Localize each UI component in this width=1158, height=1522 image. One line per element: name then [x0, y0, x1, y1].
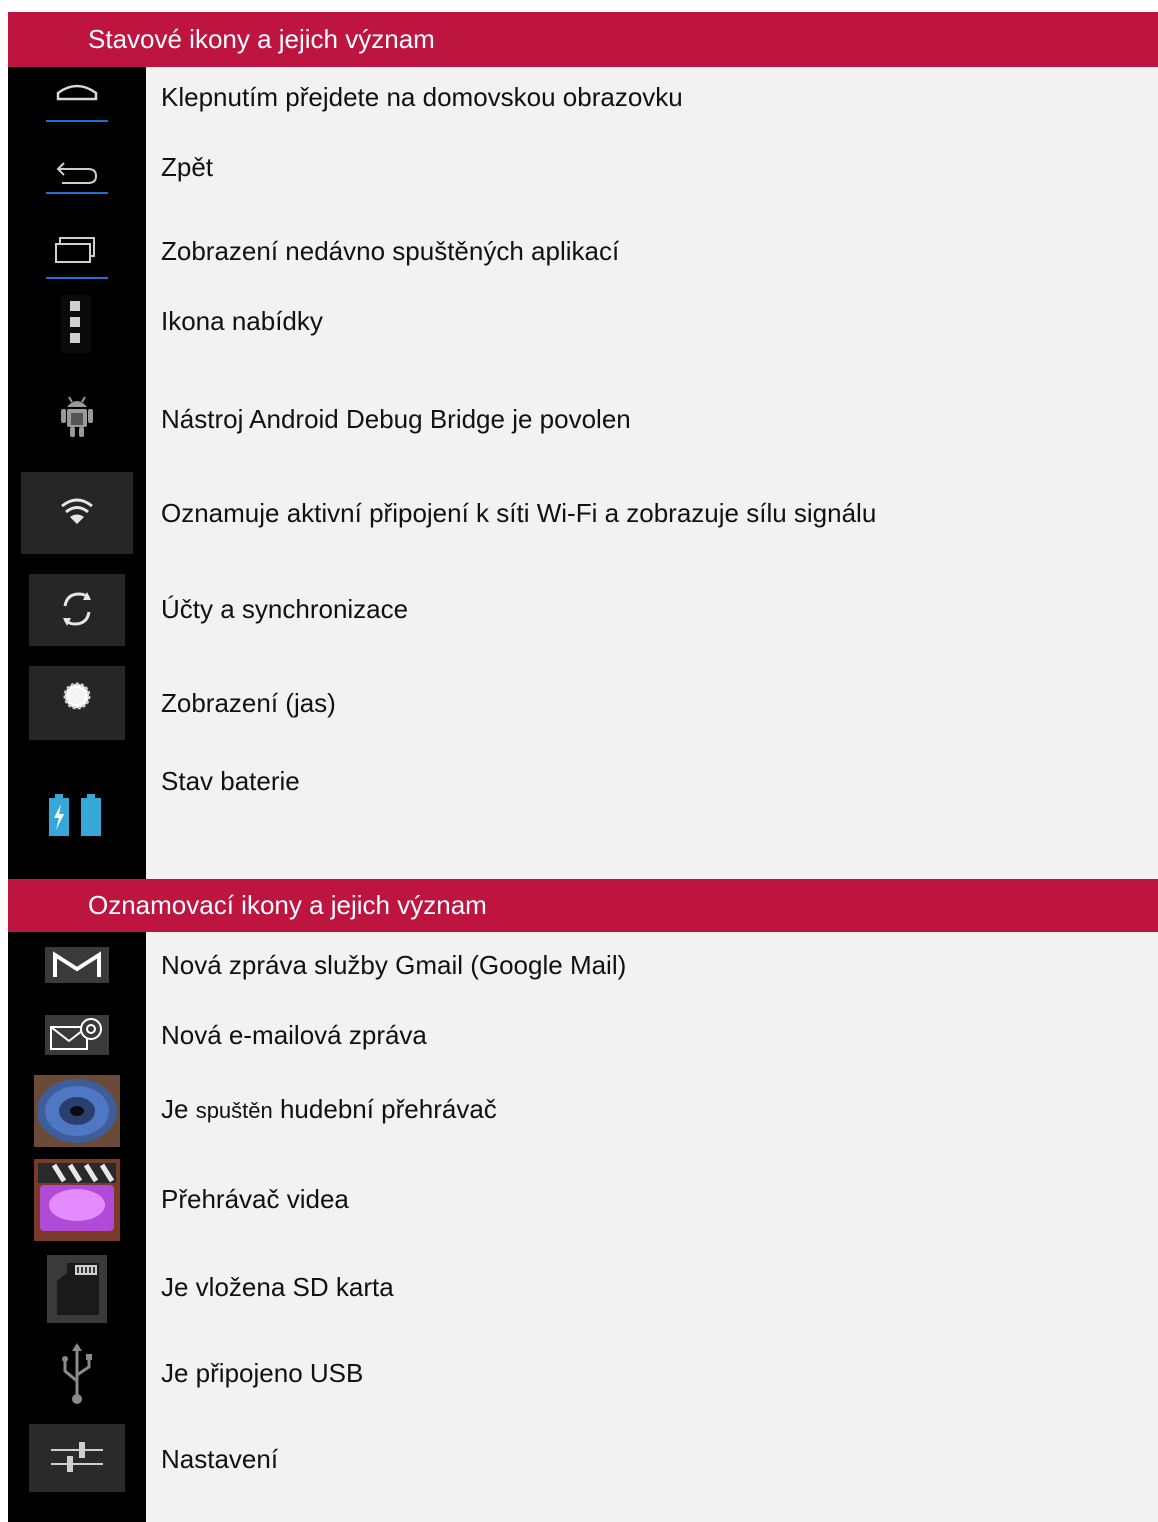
- item-label: Stav baterie: [161, 766, 300, 796]
- list-item: Zobrazení nedávno spuštěných aplikací: [8, 224, 1158, 286]
- section-title: Oznamovací ikony a jejich význam: [88, 890, 487, 920]
- item-label: Zobrazení nedávno spuštěných aplikací: [161, 236, 620, 266]
- item-label: Nová zpráva služby Gmail (Google Mail): [161, 950, 627, 980]
- section-title: Stavové ikony a jejich význam: [88, 24, 435, 54]
- list-item: Zobrazení (jas): [8, 666, 1158, 740]
- list-item: Nová e-mailová zpráva: [8, 1004, 1158, 1066]
- icon-reference-page: Stavové ikony a jejich význam Klepnutím …: [8, 12, 1158, 1522]
- home-icon: [8, 70, 146, 130]
- section-header-status: Stavové ikony a jejich význam: [8, 12, 1158, 67]
- item-label: Je připojeno USB: [161, 1358, 364, 1388]
- brightness-icon: [8, 666, 146, 740]
- list-item: Nástroj Android Debug Bridge je povolen: [8, 384, 1158, 450]
- back-icon: [8, 140, 146, 200]
- item-label: Přehrávač videa: [161, 1184, 349, 1214]
- settings-icon: [8, 1418, 146, 1498]
- usb-icon: [8, 1334, 146, 1414]
- battery-icon: [8, 760, 146, 840]
- item-label: Ikona nabídky: [161, 306, 323, 336]
- list-item: Nová zpráva služby Gmail (Google Mail): [8, 934, 1158, 996]
- sync-icon: [8, 574, 146, 646]
- list-item: Ikona nabídky: [8, 292, 1158, 358]
- list-item: Klepnutím přejdete na domovskou obrazovk…: [8, 70, 1158, 130]
- gmail-icon: [8, 934, 146, 996]
- list-item: Oznamuje aktivní připojení k síti Wi-Fi …: [8, 472, 1158, 554]
- list-item: Je vložena SD karta: [8, 1246, 1158, 1332]
- item-label: Je spuštěn hudební přehrávač: [161, 1094, 497, 1124]
- item-label: Oznamuje aktivní připojení k síti Wi-Fi …: [161, 498, 877, 528]
- item-label: Zpět: [161, 152, 214, 182]
- item-label: Účty a synchronizace: [161, 594, 409, 624]
- recent-apps-icon: [8, 224, 146, 286]
- video-player-icon: [8, 1158, 146, 1242]
- android-debug-icon: [8, 384, 146, 450]
- email-icon: [8, 1004, 146, 1066]
- list-item: Stav baterie: [8, 760, 1158, 840]
- item-label: Zobrazení (jas): [161, 688, 336, 718]
- list-item: Je připojeno USB: [8, 1334, 1158, 1414]
- list-item: Je spuštěn hudební přehrávač: [8, 1072, 1158, 1150]
- list-item: Nastavení: [8, 1418, 1158, 1498]
- music-player-icon: [8, 1072, 146, 1150]
- item-label: Je vložena SD karta: [161, 1272, 394, 1302]
- sd-card-icon: [8, 1246, 146, 1332]
- item-label: Nastavení: [161, 1444, 279, 1474]
- list-item: Zpět: [8, 140, 1158, 200]
- item-label: Nástroj Android Debug Bridge je povolen: [161, 404, 631, 434]
- section-header-notification: Oznamovací ikony a jejich význam: [8, 879, 1158, 932]
- list-item: Účty a synchronizace: [8, 574, 1158, 646]
- wifi-icon: [8, 472, 146, 554]
- item-label: Nová e-mailová zpráva: [161, 1020, 427, 1050]
- menu-icon: [8, 292, 146, 358]
- list-item: Přehrávač videa: [8, 1158, 1158, 1242]
- item-label: Klepnutím přejdete na domovskou obrazovk…: [161, 82, 683, 112]
